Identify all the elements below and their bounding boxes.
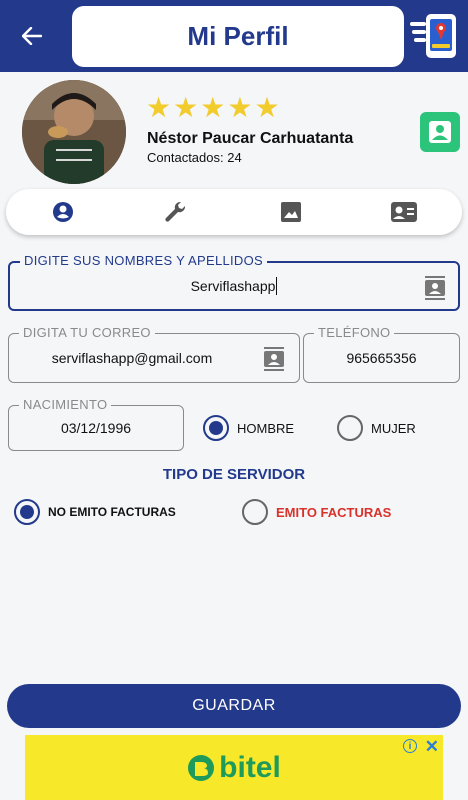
- birthdate-field[interactable]: NACIMIENTO 03/12/1996: [8, 397, 184, 451]
- gender-female-radio[interactable]: MUJER: [337, 415, 416, 441]
- wrench-icon: [165, 201, 186, 222]
- email-value: serviflashapp@gmail.com: [51, 350, 213, 366]
- radio-unchecked-icon: [242, 499, 268, 525]
- contact-book-icon: [264, 347, 284, 371]
- avatar-photo: [22, 80, 126, 184]
- invoice-label: EMITO FACTURAS: [276, 504, 392, 520]
- server-type-title: TIPO DE SERVIDOR: [162, 466, 306, 483]
- ad-banner[interactable]: bitel i ✕: [25, 735, 443, 800]
- page-title: Mi Perfil: [187, 21, 289, 51]
- no-invoice-radio[interactable]: NO EMITO FACTURAS: [14, 499, 176, 525]
- tab-services[interactable]: [156, 189, 196, 235]
- radio-unchecked-icon: [337, 415, 363, 441]
- image-icon: [281, 202, 301, 222]
- rating-stars: ★ ★ ★ ★ ★: [146, 94, 280, 122]
- star-icon: ★: [146, 92, 172, 123]
- bitel-logo-icon: [188, 754, 215, 781]
- profile-avatar[interactable]: [22, 80, 126, 184]
- names-contact-button[interactable]: [424, 275, 446, 301]
- app-logo-icon: [410, 14, 456, 58]
- ad-close-icon[interactable]: ✕: [425, 737, 439, 757]
- star-icon: ★: [227, 92, 253, 123]
- email-contact-button[interactable]: [263, 346, 285, 372]
- text-caret: [276, 277, 278, 295]
- user-circle-icon: [53, 202, 73, 222]
- gender-male-radio[interactable]: HOMBRE: [203, 415, 294, 441]
- gender-female-label: MUJER: [371, 420, 416, 436]
- profile-contacts: Contactados: 24: [147, 150, 242, 165]
- contact-card-icon: [391, 202, 417, 222]
- tab-profile[interactable]: [43, 189, 83, 235]
- star-icon: ★: [254, 92, 280, 123]
- person-card-icon: [429, 121, 451, 143]
- back-button[interactable]: [14, 22, 50, 50]
- phone-value: 965665356: [346, 350, 417, 366]
- star-icon: ★: [173, 92, 199, 123]
- birthdate-value: 03/12/1996: [60, 420, 132, 436]
- app-header: Mi Perfil: [0, 0, 468, 72]
- save-button[interactable]: GUARDAR: [7, 684, 461, 728]
- ad-brand-text: bitel: [219, 750, 281, 784]
- invoice-radio[interactable]: EMITO FACTURAS: [242, 499, 391, 525]
- ad-info-icon[interactable]: i: [403, 739, 417, 753]
- arrow-left-icon: [22, 27, 42, 45]
- gender-male-label: HOMBRE: [237, 420, 295, 436]
- radio-checked-icon: [203, 415, 229, 441]
- profile-tabbar: [6, 189, 462, 235]
- names-field[interactable]: DIGITE SUS NOMBRES Y APELLIDOS Serviflas…: [8, 253, 460, 311]
- email-field[interactable]: DIGITA TU CORREO serviflashapp@gmail.com: [8, 325, 300, 383]
- phone-field[interactable]: TELÉFONO 965665356: [303, 325, 460, 383]
- no-invoice-label: NO EMITO FACTURAS: [48, 505, 176, 519]
- title-box: Mi Perfil: [72, 6, 404, 67]
- tab-gallery[interactable]: [271, 189, 311, 235]
- contact-button[interactable]: [420, 112, 460, 152]
- tab-contact-card[interactable]: [384, 189, 424, 235]
- radio-checked-icon: [14, 499, 40, 525]
- star-icon: ★: [200, 92, 226, 123]
- profile-name: Néstor Paucar Carhuatanta: [147, 130, 354, 147]
- contact-book-icon: [425, 276, 445, 300]
- names-value: Serviflashapp: [190, 278, 276, 294]
